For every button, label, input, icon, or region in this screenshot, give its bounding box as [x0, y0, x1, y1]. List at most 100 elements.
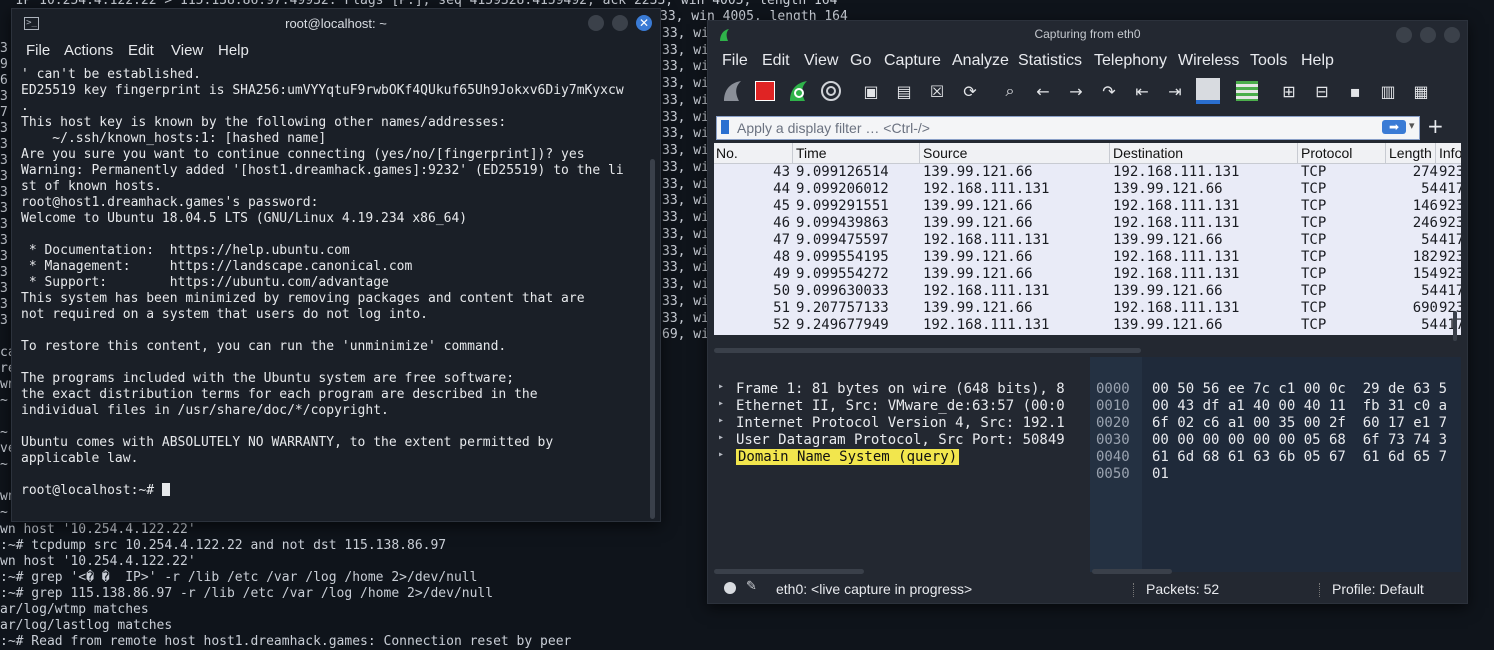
ws-menu-statistics[interactable]: Statistics: [1018, 52, 1082, 70]
ws-close-button[interactable]: [1444, 27, 1460, 43]
ws-minimize-button[interactable]: [1396, 27, 1412, 43]
ws-menu-analyze[interactable]: Analyze: [952, 52, 1009, 70]
close-file-icon[interactable]: ☒: [923, 77, 951, 105]
maximize-button[interactable]: [612, 15, 628, 31]
terminal-line: st of known hosts.: [21, 179, 162, 194]
ws-menu-view[interactable]: View: [804, 52, 838, 70]
wireshark-titlebar[interactable]: Capturing from eth0: [708, 21, 1467, 49]
bytes-row[interactable]: 0030 00 00 00 00 00 00 05 68 6f 73 74 3: [1090, 432, 1461, 449]
packet-len-cell: 146: [1412, 198, 1438, 214]
minimize-button[interactable]: [588, 15, 604, 31]
ws-maximize-button[interactable]: [1420, 27, 1436, 43]
ws-menu-help[interactable]: Help: [1301, 52, 1334, 70]
col-length[interactable]: Length: [1389, 145, 1432, 161]
expand-arrow-icon[interactable]: ▸: [718, 398, 728, 409]
menu-file[interactable]: File: [26, 42, 50, 59]
packet-len-cell: 54: [1421, 232, 1438, 248]
packet-bytes-pane[interactable]: 0000 00 50 56 ee 7c c1 00 0c 29 de 63 5 00…: [1090, 357, 1461, 572]
col-time[interactable]: Time: [796, 145, 827, 161]
packet-row[interactable]: 45 9.099291551 139.99.121.66 192.168.111.13…: [714, 198, 1461, 215]
bytes-hscrollbar[interactable]: [1092, 569, 1172, 574]
packet-row[interactable]: 44 9.099206012 192.168.111.131 139.99.121.6…: [714, 181, 1461, 198]
ws-menu-edit[interactable]: Edit: [762, 52, 790, 70]
menu-view[interactable]: View: [171, 42, 203, 59]
start-capture-fin-icon[interactable]: [718, 77, 746, 105]
last-packet-icon[interactable]: ⇥: [1161, 77, 1189, 105]
apply-filter-arrow-icon[interactable]: ➡: [1382, 120, 1406, 134]
terminal-line: Warning: Permanently added '[host1.dream…: [21, 163, 624, 178]
reload-file-icon[interactable]: ⟳: [956, 77, 984, 105]
col-source[interactable]: Source: [923, 145, 967, 161]
packet-row[interactable]: 49 9.099554272 139.99.121.66 192.168.111.13…: [714, 266, 1461, 283]
add-filter-button-plus-icon[interactable]: +: [1427, 114, 1444, 138]
packet-list-hscrollbar[interactable]: [714, 348, 1141, 353]
col-no[interactable]: No.: [716, 145, 738, 161]
close-button[interactable]: ✕: [636, 15, 652, 31]
resize-columns-icon[interactable]: ▥: [1374, 77, 1402, 105]
go-to-packet-icon[interactable]: ↷: [1095, 77, 1123, 105]
bytes-row[interactable]: 0020 6f 02 c6 a1 00 35 00 2f 60 17 e1 7: [1090, 415, 1461, 432]
layout-icon[interactable]: ▦: [1407, 77, 1435, 105]
capture-options-gear-icon[interactable]: [817, 77, 845, 105]
menu-edit[interactable]: Edit: [128, 42, 154, 59]
bytes-row[interactable]: 0040 61 6d 68 61 63 6b 05 67 61 6d 65 7: [1090, 449, 1461, 466]
zoom-out-icon[interactable]: ⊟: [1308, 77, 1336, 105]
packet-row[interactable]: 46 9.099439863 139.99.121.66 192.168.111.13…: [714, 215, 1461, 232]
terminal-window[interactable]: >_ root@localhost: ~ ✕ File Actions Edit…: [11, 8, 661, 522]
menu-actions[interactable]: Actions: [64, 42, 113, 59]
status-profile[interactable]: Profile: Default: [1332, 581, 1424, 597]
packet-row[interactable]: 48 9.099554195 139.99.121.66 192.168.111.13…: [714, 249, 1461, 266]
expand-arrow-icon[interactable]: ▸: [718, 415, 728, 426]
packet-row[interactable]: 43 9.099126514 139.99.121.66 192.168.111.13…: [714, 164, 1461, 181]
first-packet-icon[interactable]: ⇤: [1128, 77, 1156, 105]
ws-menu-telephony[interactable]: Telephony: [1094, 52, 1167, 70]
packet-row[interactable]: 52 9.249677949 192.168.111.131 139.99.121.6…: [714, 317, 1461, 334]
normal-size-icon[interactable]: ▪: [1341, 77, 1369, 105]
col-destination[interactable]: Destination: [1113, 145, 1183, 161]
col-info[interactable]: Info: [1439, 145, 1461, 161]
save-file-icon[interactable]: ▤: [890, 77, 918, 105]
menu-help[interactable]: Help: [218, 42, 249, 59]
autoscroll-icon[interactable]: [1194, 77, 1222, 105]
packet-dst-cell: 192.168.111.131: [1113, 266, 1240, 282]
expand-arrow-icon[interactable]: ▸: [718, 432, 728, 443]
terminal-scrollbar[interactable]: [650, 159, 655, 519]
go-forward-arrow-icon[interactable]: →: [1062, 77, 1090, 105]
bytes-row[interactable]: 0000 00 50 56 ee 7c c1 00 0c 29 de 63 5: [1090, 381, 1461, 398]
stop-capture-icon[interactable]: [751, 77, 779, 105]
details-hscrollbar[interactable]: [714, 569, 864, 574]
colorize-icon[interactable]: [1233, 77, 1261, 105]
packet-info-cell: 417: [1439, 181, 1461, 197]
open-file-icon[interactable]: ▣: [857, 77, 885, 105]
restart-capture-icon[interactable]: [784, 77, 812, 105]
ws-menu-wireless[interactable]: Wireless: [1178, 52, 1239, 70]
bytes-row[interactable]: 0010 00 43 df a1 40 00 40 11 fb 31 c0 a: [1090, 398, 1461, 415]
expand-arrow-icon[interactable]: ▸: [718, 381, 728, 392]
packet-row[interactable]: 51 9.207757133 139.99.121.66 192.168.111.13…: [714, 300, 1461, 317]
terminal-titlebar[interactable]: >_ root@localhost: ~ ✕: [12, 9, 660, 37]
capture-comment-icon[interactable]: ✎: [746, 579, 757, 594]
bg-terminal-fragment: 3: [0, 89, 8, 104]
ws-menu-file[interactable]: File: [722, 52, 748, 70]
packet-list-vscrollbar[interactable]: [1453, 311, 1457, 341]
ws-menu-go[interactable]: Go: [850, 52, 871, 70]
zoom-in-icon[interactable]: ⊞: [1275, 77, 1303, 105]
display-filter-input[interactable]: [737, 117, 1357, 139]
packet-details-pane[interactable]: ▸ Frame 1: 81 bytes on wire (648 bits), 8…: [714, 357, 1085, 572]
packet-list[interactable]: No. Time Source Destination Protocol Len…: [714, 143, 1461, 335]
packet-row[interactable]: 50 9.099630033 192.168.111.131 139.99.121.6…: [714, 283, 1461, 300]
expert-info-icon[interactable]: [724, 582, 736, 594]
terminal-line: * Management: https://landscape.canonica…: [21, 259, 413, 274]
bookmark-icon[interactable]: [721, 120, 729, 134]
bg-terminal-fragment: 3: [0, 121, 8, 136]
ws-menu-capture[interactable]: Capture: [884, 52, 941, 70]
ws-menu-tools[interactable]: Tools: [1250, 52, 1287, 70]
find-packet-search-icon[interactable]: ⌕: [996, 77, 1024, 105]
filter-dropdown-icon[interactable]: ▾: [1409, 119, 1415, 132]
expand-arrow-icon[interactable]: ▸: [718, 449, 728, 460]
bytes-row[interactable]: 0050 01: [1090, 466, 1461, 483]
packet-row[interactable]: 47 9.099475597 192.168.111.131 139.99.121.6…: [714, 232, 1461, 249]
col-protocol[interactable]: Protocol: [1301, 145, 1352, 161]
wireshark-window[interactable]: Capturing from eth0 File Edit View Go Ca…: [707, 20, 1468, 604]
go-back-arrow-icon[interactable]: ←: [1029, 77, 1057, 105]
